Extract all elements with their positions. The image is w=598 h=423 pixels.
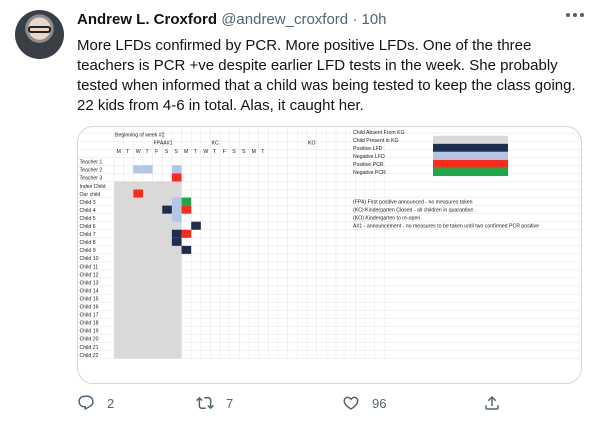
row-label: Child 3: [80, 200, 96, 206]
tweet-header: Andrew L. Croxford @andrew_croxford · 10…: [77, 11, 578, 31]
row-label: Our child: [80, 192, 101, 198]
day-header: S: [165, 149, 169, 155]
row-label: Child 10: [80, 256, 99, 262]
week-label: Beginning of week #2: [115, 133, 165, 139]
test-mark-neg-lfd: [171, 165, 182, 174]
test-mark-neg-pcr: [181, 197, 192, 206]
row-label: Child 19: [80, 329, 99, 335]
row-label: Index Child: [80, 184, 106, 190]
row-label: Child 4: [80, 208, 96, 214]
tweet-actions: 2 7 96: [77, 392, 507, 414]
day-header: T: [194, 149, 198, 155]
legend-label: Positive LFD: [353, 146, 383, 152]
tweet-media-image[interactable]: Beginning of week #2 FPA A#1 KC KO M T W T F S S M T W…: [77, 126, 582, 384]
test-mark-neg-lfd: [133, 165, 143, 174]
share-button[interactable]: [483, 392, 501, 414]
retweet-button[interactable]: 7: [196, 392, 233, 414]
tweet-time[interactable]: 10h: [361, 11, 386, 28]
spreadsheet-image: Beginning of week #2FPA A#1 KC KOM T W T F S S M T W…: [78, 127, 581, 359]
event-label: KO: [308, 141, 316, 147]
day-header: W: [203, 149, 208, 155]
row-label: Child 5: [80, 216, 96, 222]
row-label: Child 21: [80, 345, 99, 351]
share-icon: [485, 395, 499, 410]
day-header: M: [252, 149, 256, 155]
event-label: KC: [212, 141, 219, 147]
row-label: Child 6: [80, 224, 96, 230]
legend-label: Child Absent From KG: [353, 130, 405, 136]
row-label: Child 7: [80, 232, 96, 238]
legend-label: Child Present in KG: [353, 138, 399, 144]
legend-swatch: [433, 167, 508, 176]
test-mark-neg-lfd: [171, 213, 182, 222]
reply-icon: [78, 395, 94, 411]
legend-label: Negative LFD: [353, 154, 385, 160]
legend-swatch: [433, 151, 508, 160]
reply-button[interactable]: 2: [77, 392, 114, 414]
test-mark-pos-pcr: [171, 173, 182, 182]
legend-swatch: [433, 143, 508, 152]
test-mark-pos-lfd: [181, 245, 192, 254]
day-header: F: [223, 149, 226, 155]
day-header: F: [155, 149, 158, 155]
day-header: S: [232, 149, 236, 155]
separator-dot: ·: [352, 11, 358, 28]
day-header: T: [213, 149, 217, 155]
row-label: Child 11: [80, 264, 99, 270]
test-mark-pos-lfd: [191, 221, 201, 230]
like-count: 96: [372, 395, 387, 411]
row-label: Child 12: [80, 272, 99, 278]
row-label: Child 18: [80, 321, 99, 327]
legend-label: Negative PCR: [353, 170, 386, 176]
row-label: Child 14: [80, 288, 99, 294]
day-header: M: [117, 149, 121, 155]
row-label: Teacher 3: [80, 176, 103, 182]
retweet-icon: [196, 396, 214, 410]
author-name[interactable]: Andrew L. Croxford: [77, 11, 217, 28]
test-mark-pos-lfd: [171, 229, 182, 238]
test-mark-pos-lfd: [171, 237, 182, 246]
avatar-glasses: [28, 26, 51, 33]
event-label: A#1: [163, 141, 172, 147]
note-text: (KC) Kindergarten Closed - all children …: [353, 208, 475, 214]
test-mark-pos-pcr: [181, 205, 192, 214]
row-label: Teacher 2: [80, 168, 103, 174]
like-icon: [343, 396, 359, 410]
note-text: A#1 - announcement - no measures to be t…: [353, 224, 539, 230]
row-label: Child 15: [80, 296, 99, 302]
row-label: Child 16: [80, 305, 99, 311]
row-label: Teacher 1: [80, 160, 103, 166]
legend-swatch: [433, 159, 508, 168]
test-mark-neg-lfd: [171, 205, 182, 214]
day-header: T: [145, 149, 149, 155]
test-mark-neg-lfd: [171, 197, 182, 206]
row-label: Child 20: [80, 337, 99, 343]
day-header: S: [242, 149, 246, 155]
day-header: T: [261, 149, 265, 155]
day-header: M: [184, 149, 188, 155]
test-mark-pos-lfd: [162, 205, 172, 214]
row-label: Child 22: [80, 353, 99, 359]
like-button[interactable]: 96: [342, 392, 386, 414]
test-mark-pos-pcr: [133, 189, 143, 198]
reply-count: 2: [107, 395, 115, 411]
tweet-text: More LFDs confirmed by PCR. More positiv…: [77, 37, 576, 114]
legend-label: Positive PCR: [353, 162, 384, 168]
test-mark-neg-lfd: [142, 165, 153, 174]
row-label: Child 8: [80, 240, 96, 246]
more-options-icon[interactable]: [566, 12, 584, 18]
legend-swatch: [433, 135, 508, 144]
avatar[interactable]: [15, 10, 64, 59]
day-header: W: [136, 149, 141, 155]
author-handle[interactable]: @andrew_croxford: [221, 11, 348, 28]
day-header: S: [174, 149, 178, 155]
retweet-count: 7: [226, 395, 234, 411]
row-label: Child 13: [80, 280, 99, 286]
row-label: Child 17: [80, 313, 99, 319]
day-header: T: [126, 149, 130, 155]
test-mark-pos-pcr: [181, 229, 192, 238]
note-text: (FPA) First positive announced - no meas…: [353, 200, 473, 206]
row-label: Child 9: [80, 248, 96, 254]
note-text: (KO) Kindergarten to re-open: [353, 216, 420, 222]
